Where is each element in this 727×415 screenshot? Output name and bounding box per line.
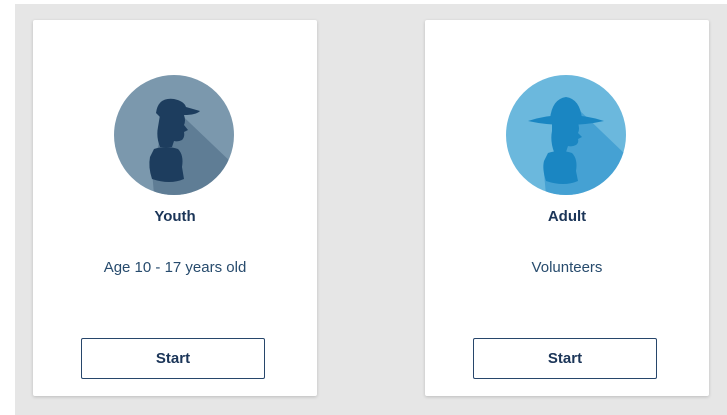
card-title: Youth	[154, 208, 196, 225]
youth-scout-icon	[114, 75, 234, 195]
adult-start-button[interactable]: Start	[473, 338, 657, 379]
card-subtitle: Age 10 - 17 years old	[103, 259, 247, 276]
card-subtitle: Volunteers	[531, 259, 603, 276]
adult-scout-icon	[506, 75, 626, 195]
youth-card: Youth Age 10 - 17 years old Start	[33, 20, 317, 396]
adult-card: Adult Volunteers Start	[425, 20, 709, 396]
card-title: Adult	[547, 208, 587, 225]
youth-start-button[interactable]: Start	[81, 338, 265, 379]
content-panel: Youth Age 10 - 17 years old Start Adult …	[15, 4, 727, 415]
